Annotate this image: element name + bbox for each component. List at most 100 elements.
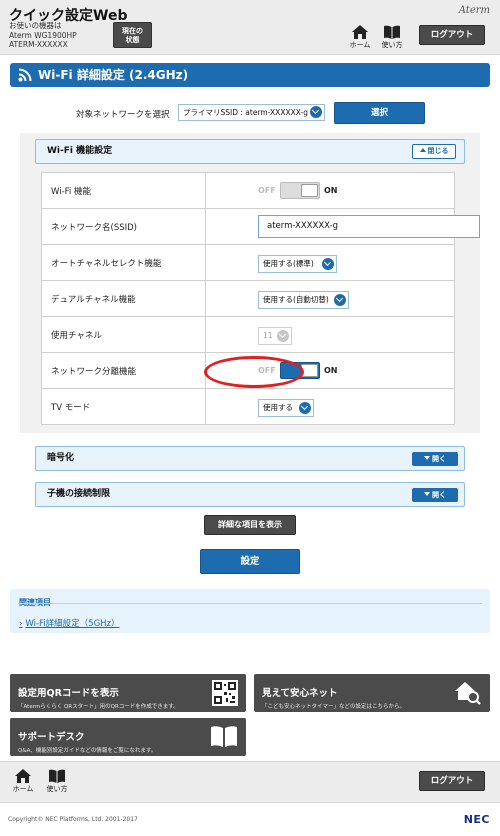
table-row: TV モード 使用する: [41, 388, 455, 425]
device-info-line: お使いの機器は: [9, 21, 62, 30]
table-row: ネットワーク名(SSID) aterm-XXXXXX-g: [41, 208, 480, 245]
toggle-on-label: ON: [324, 186, 338, 195]
bullet-icon: ›: [19, 619, 23, 629]
table-row: Wi-Fi 機能 OFF ON: [41, 172, 455, 209]
current-status-label: 状態: [125, 36, 140, 44]
select-network-button[interactable]: 選択: [334, 102, 425, 124]
row-label: ネットワーク分離機能: [41, 352, 206, 389]
highlight-ring: [204, 356, 304, 388]
toggle-off-label: OFF: [258, 186, 276, 195]
related-link-5ghz[interactable]: › Wi-Fi詳細設定（5GHz）: [19, 617, 120, 629]
tile-title: 見えて安心ネット: [262, 688, 338, 699]
wifi-section-title: Wi-Fi 機能設定: [47, 146, 113, 156]
chevron-down-icon: [310, 106, 322, 118]
row-value: OFF ON: [205, 172, 455, 209]
manual-label: 使い方: [381, 41, 403, 49]
footer-home-button[interactable]: ホーム: [8, 769, 38, 794]
support-desk-tile[interactable]: サポートデスク Q&A、機能別設定ガイドなどの情報をご覧になれます。: [10, 718, 246, 756]
row-value: aterm-XXXXXX-g: [205, 208, 480, 245]
table-row: オートチャネルセレクト機能 使用する(標準): [41, 244, 455, 281]
qr-code-tile[interactable]: 設定用QRコードを表示 「Atermらくらく QRスタート」用のQRコードを作成…: [10, 674, 246, 712]
collapse-button[interactable]: 閉じる: [412, 144, 456, 159]
select-value: 使用する(標準): [263, 259, 314, 268]
network-select[interactable]: プライマリSSID : aterm-XXXXXX-g: [178, 104, 325, 121]
home-label: ホーム: [12, 785, 34, 793]
tile-description: 「こども安心ネットタイマー」などの設定はこちらから。: [262, 704, 406, 710]
select-value: 使用する: [263, 403, 293, 412]
home-label: ホーム: [349, 41, 371, 49]
device-info-line: ATERM-XXXXXX: [9, 40, 68, 49]
row-label: 使用チャネル: [41, 316, 206, 353]
expand-label: 開く: [432, 455, 446, 463]
tile-title: 設定用QRコードを表示: [18, 688, 119, 699]
home-icon: [352, 25, 368, 39]
book-icon: [384, 25, 400, 39]
row-value: 使用する(自動切替): [205, 280, 455, 317]
footer-manual-button[interactable]: 使い方: [42, 769, 72, 794]
tile-title: サポートデスク: [18, 732, 85, 743]
home-button[interactable]: ホーム: [345, 25, 375, 50]
related-section: 関連項目 ›Wi-Fi詳細設定（5GHz）: [10, 589, 490, 633]
related-link-label: Wi-Fi詳細設定（5GHz）: [25, 619, 120, 629]
select-value: 使用する(自動切替): [263, 295, 329, 304]
collapse-label: 閉じる: [427, 147, 449, 155]
row-label: Wi-Fi 機能: [41, 172, 206, 209]
expand-button[interactable]: 開く: [412, 488, 458, 502]
manual-button[interactable]: 使い方: [377, 25, 407, 50]
table-row: デュアルチャネル機能 使用する(自動切替): [41, 280, 455, 317]
page-title-bar: Wi-Fi 詳細設定 (2.4GHz): [10, 63, 490, 87]
toggle-knob: [301, 184, 318, 197]
caret-down-icon: [424, 456, 430, 460]
wifi-section-header[interactable]: Wi-Fi 機能設定 閉じる: [35, 139, 465, 164]
chevron-down-icon: [322, 258, 334, 270]
mieru-anshin-tile[interactable]: 見えて安心ネット 「こども安心ネットタイマー」などの設定はこちらから。: [254, 674, 490, 712]
row-value: 使用する: [205, 388, 455, 425]
caret-up-icon: [419, 148, 426, 152]
ssid-input[interactable]: aterm-XXXXXX-g: [258, 215, 480, 238]
book-icon: [211, 726, 237, 747]
home-search-icon: [455, 682, 481, 705]
current-status-button[interactable]: 現在の 状態: [113, 22, 152, 48]
channel-select[interactable]: 11: [258, 327, 292, 345]
device-info: お使いの機器は Aterm WG1900HP ATERM-XXXXXX: [9, 21, 77, 50]
dual-channel-select[interactable]: 使用する(自動切替): [258, 291, 349, 309]
footer-bar: ホーム 使い方 ログアウト: [0, 761, 500, 803]
caret-down-icon: [424, 492, 430, 496]
client-limit-section-title: 子機の接続制限: [47, 489, 111, 499]
divider: [18, 603, 482, 604]
toggle-on-label: ON: [324, 366, 338, 375]
expand-label: 開く: [432, 491, 446, 499]
row-label: デュアルチャネル機能: [41, 280, 206, 317]
chevron-down-icon: [299, 402, 311, 414]
row-value: 11: [205, 316, 455, 353]
nec-logo: NEC: [463, 813, 490, 826]
chevron-down-icon: [277, 330, 289, 342]
encryption-section-title: 暗号化: [47, 453, 75, 463]
expand-button[interactable]: 開く: [412, 452, 458, 466]
wifi-function-toggle[interactable]: [280, 182, 320, 199]
header: クイック設定Web お使いの機器は Aterm WG1900HP ATERM-X…: [0, 0, 500, 55]
row-label: TV モード: [41, 388, 206, 425]
logout-button[interactable]: ログアウト: [419, 25, 485, 45]
row-label: ネットワーク名(SSID): [41, 208, 206, 245]
row-label: オートチャネルセレクト機能: [41, 244, 206, 281]
apply-button[interactable]: 設定: [200, 549, 300, 574]
copyright: Copyright© NEC Platforms, Ltd. 2001-2017: [8, 816, 138, 823]
qr-code-icon: [212, 680, 238, 706]
device-info-line: Aterm WG1900HP: [9, 30, 77, 40]
auto-channel-select[interactable]: 使用する(標準): [258, 255, 337, 273]
brand-logo: Aterm: [458, 5, 490, 16]
current-status-label: 現在の: [122, 27, 143, 35]
home-icon: [15, 769, 31, 783]
footer-logout-button[interactable]: ログアウト: [419, 771, 485, 791]
tv-mode-select[interactable]: 使用する: [258, 399, 314, 417]
client-limit-section-header[interactable]: 子機の接続制限 開く: [35, 482, 465, 507]
manual-label: 使い方: [46, 785, 68, 793]
tile-description: 「Atermらくらく QRスタート」用のQRコードを作成できます。: [18, 704, 179, 710]
tile-description: Q&A、機能別設定ガイドなどの情報をご覧になれます。: [18, 748, 157, 754]
chevron-down-icon: [334, 294, 346, 306]
show-details-button[interactable]: 詳細な項目を表示: [204, 515, 296, 535]
network-select-value: プライマリSSID : aterm-XXXXXX-g: [183, 108, 308, 117]
encryption-section-header[interactable]: 暗号化 開く: [35, 446, 465, 471]
page-title: Wi-Fi 詳細設定 (2.4GHz): [38, 68, 189, 82]
